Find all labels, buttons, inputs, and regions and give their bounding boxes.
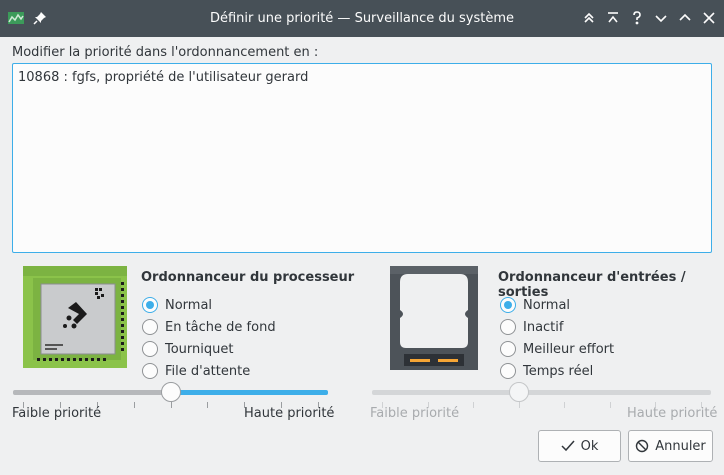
help-icon[interactable]	[627, 8, 647, 28]
process-info-text: 10868 : fgfs, propriété de l'utilisateur…	[18, 70, 309, 85]
cpu-chip-icon	[23, 266, 127, 368]
slider-tick	[207, 402, 208, 408]
maximize-icon[interactable]	[675, 8, 695, 28]
prompt-label: Modifier la priorité dans l'ordonnanceme…	[12, 45, 319, 60]
radio-label: Normal	[165, 297, 213, 313]
io-option-normal[interactable]: Normal	[500, 295, 570, 315]
cpu-high-priority-label: Haute priorité	[244, 406, 335, 421]
radio-label: Meilleur effort	[523, 341, 615, 357]
radio-unchecked[interactable]	[500, 341, 516, 357]
slider-track-low	[372, 390, 519, 395]
title-bar[interactable]: Définir une priorité — Surveillance du s…	[0, 0, 724, 37]
ok-button-label: Ok	[580, 438, 599, 454]
cpu-scheduler-title: Ordonnanceur du processeur	[141, 270, 355, 285]
radio-checked[interactable]	[500, 297, 516, 313]
slider-handle[interactable]	[161, 382, 181, 402]
io-low-priority-label: Faible priorité	[370, 406, 460, 421]
io-option-realtime[interactable]: Temps réel	[500, 361, 593, 381]
io-high-priority-label: Haute priorité	[627, 406, 718, 421]
radio-label: Temps réel	[523, 363, 594, 379]
hard-disk-icon	[390, 266, 478, 370]
slider-track-high	[519, 390, 711, 395]
slider-track-high	[171, 390, 328, 395]
keep-below-icon[interactable]	[603, 8, 623, 28]
cpu-low-priority-label: Faible priorité	[12, 406, 102, 421]
slider-track-low	[13, 390, 171, 395]
cpu-option-normal[interactable]: Normal	[142, 295, 212, 315]
radio-unchecked[interactable]	[142, 319, 158, 335]
io-priority-slider[interactable]	[372, 382, 711, 408]
slider-handle[interactable]	[509, 382, 529, 402]
minimize-icon[interactable]	[651, 8, 671, 28]
io-option-idle[interactable]: Inactif	[500, 317, 563, 337]
cpu-option-round-robin[interactable]: Tourniquet	[142, 339, 233, 359]
close-icon[interactable]	[699, 8, 719, 28]
radio-label: Tourniquet	[165, 341, 234, 357]
radio-label: En tâche de fond	[165, 319, 276, 335]
cancel-icon	[636, 439, 649, 453]
slider-tick	[134, 402, 135, 408]
cpu-option-background[interactable]: En tâche de fond	[142, 317, 276, 337]
slider-tick	[171, 402, 172, 408]
io-option-best-effort[interactable]: Meilleur effort	[500, 339, 614, 359]
cancel-button-label: Annuler	[655, 438, 706, 454]
keep-above-icon[interactable]	[579, 8, 599, 28]
process-info-textbox[interactable]: 10868 : fgfs, propriété de l'utilisateur…	[12, 63, 712, 253]
cpu-priority-slider[interactable]	[13, 382, 328, 408]
radio-unchecked[interactable]	[500, 363, 516, 379]
slider-tick	[564, 402, 565, 408]
radio-label: Inactif	[523, 319, 564, 335]
checkmark-icon	[561, 440, 575, 452]
radio-checked[interactable]	[142, 297, 158, 313]
cpu-option-fifo[interactable]: File d'attente	[142, 361, 250, 381]
radio-unchecked[interactable]	[500, 319, 516, 335]
radio-label: Normal	[523, 297, 571, 313]
radio-unchecked[interactable]	[142, 341, 158, 357]
ok-button[interactable]: Ok	[538, 430, 621, 462]
radio-unchecked[interactable]	[142, 363, 158, 379]
slider-tick	[519, 402, 520, 408]
cancel-button[interactable]: Annuler	[628, 430, 713, 462]
slider-tick	[610, 402, 611, 408]
slider-tick	[473, 402, 474, 408]
radio-label: File d'attente	[165, 363, 251, 379]
